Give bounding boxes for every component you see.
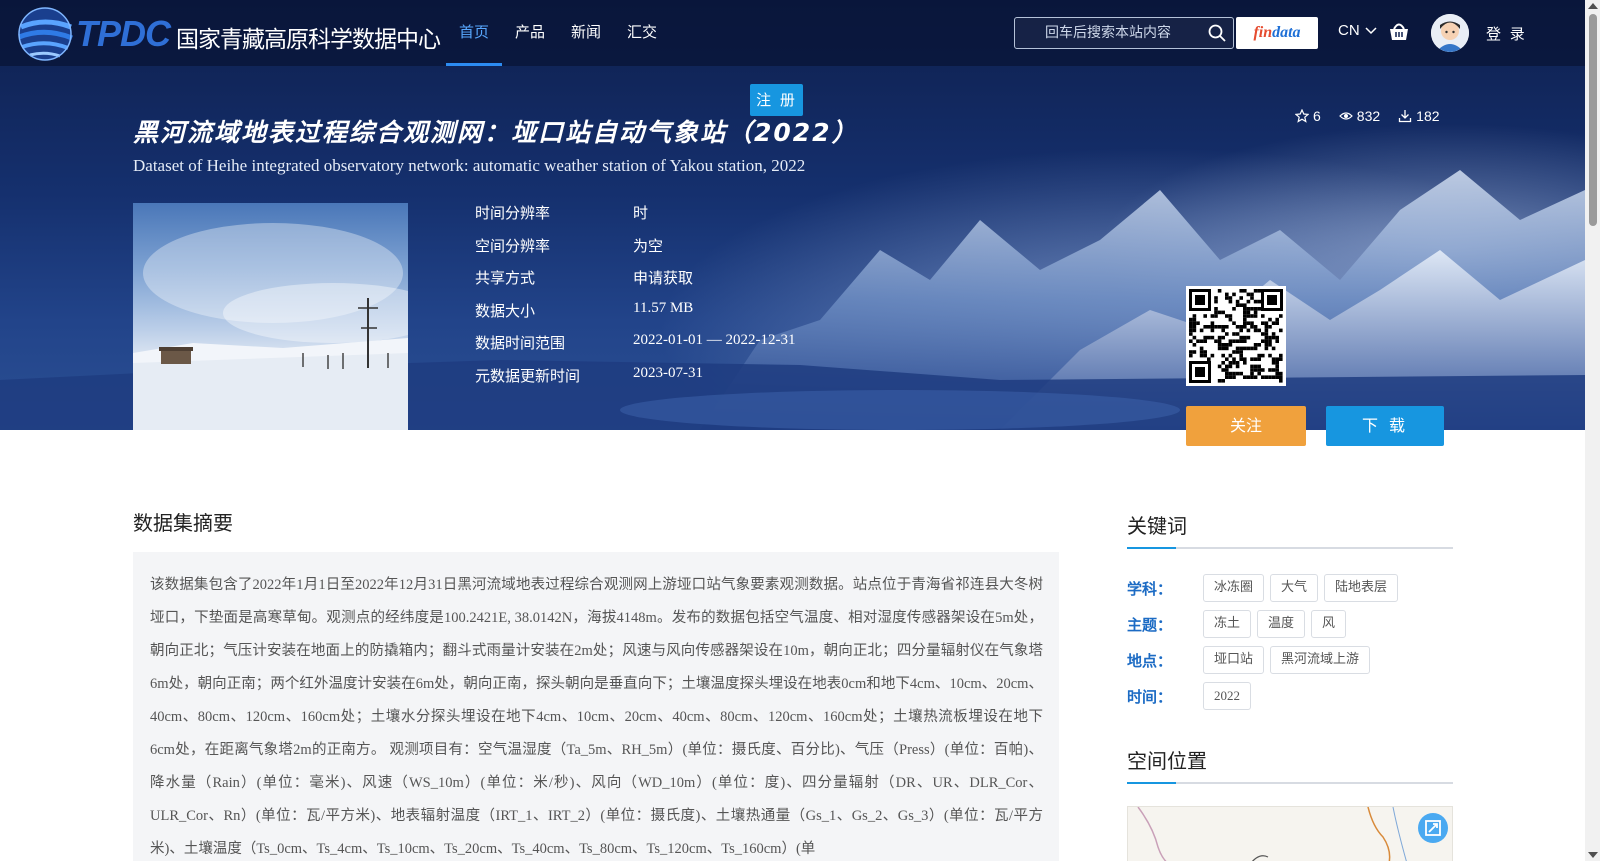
search-input[interactable] bbox=[1015, 18, 1203, 48]
language-selector[interactable]: CN bbox=[1338, 22, 1377, 39]
keyword-tag[interactable]: 温度 bbox=[1257, 610, 1306, 638]
stat-stars[interactable]: 6 bbox=[1295, 108, 1321, 124]
logo-tpdc-text: TPDC bbox=[76, 13, 171, 54]
meta-label: 共享方式 bbox=[475, 269, 536, 288]
meta-label: 数据时间范围 bbox=[475, 334, 566, 353]
dataset-stats: 6 832 182 bbox=[1295, 108, 1440, 124]
dataset-title-cn: 黑河流域地表过程综合观测网：垭口站自动气象站（2022） bbox=[133, 118, 859, 147]
station-photo bbox=[133, 223, 408, 430]
scroll-up-arrow[interactable] bbox=[1588, 3, 1598, 9]
user-avatar[interactable] bbox=[1431, 14, 1469, 52]
stat-downloads: 182 bbox=[1398, 108, 1440, 124]
keyword-tag[interactable]: 陆地表层 bbox=[1324, 574, 1399, 602]
findata-button[interactable]: findata bbox=[1236, 17, 1318, 49]
nav-home[interactable]: 首页 bbox=[446, 0, 503, 66]
scroll-thumb[interactable] bbox=[1589, 14, 1597, 226]
findata-logo-a: fin bbox=[1253, 24, 1273, 41]
meta-label: 时间分辨率 bbox=[475, 204, 551, 222]
location-title: 空间位置 bbox=[1127, 749, 1207, 773]
keywords-divider bbox=[1127, 547, 1453, 549]
login-link[interactable]: 登 录 bbox=[1486, 23, 1527, 44]
avatar-icon bbox=[1431, 14, 1469, 52]
downloads-count: 182 bbox=[1416, 108, 1440, 124]
keyword-label: 地点： bbox=[1127, 651, 1173, 670]
meta-label: 空间分辨率 bbox=[475, 236, 551, 255]
keyword-row-theme: 主题： 冻土 温度 风 bbox=[1127, 610, 1352, 638]
stat-views: 832 bbox=[1338, 108, 1381, 124]
meta-label: 数据大小 bbox=[475, 301, 536, 320]
expand-icon bbox=[1425, 820, 1441, 836]
star-icon bbox=[1295, 109, 1309, 123]
meta-value: 时 bbox=[633, 206, 649, 222]
chevron-down-icon bbox=[1365, 27, 1377, 35]
search-icon[interactable] bbox=[1208, 24, 1226, 42]
register-button[interactable]: 注 册 bbox=[750, 84, 803, 116]
keyword-row-subject: 学科： 冰冻圈 大气 陆地表层 bbox=[1127, 574, 1404, 602]
hero-banner: TPDC 国家青藏高原科学数据中心 首页 产品 新闻 汇交 findata CN bbox=[0, 0, 1585, 430]
keyword-tag[interactable]: 黑河流域上游 bbox=[1270, 646, 1371, 674]
nav-submit[interactable]: 汇交 bbox=[614, 0, 670, 66]
meta-value: 11.57 MB bbox=[633, 299, 694, 316]
meta-value: 为空 bbox=[633, 238, 664, 255]
keyword-tag[interactable]: 风 bbox=[1311, 610, 1347, 638]
keyword-tag[interactable]: 2022 bbox=[1203, 682, 1251, 710]
eye-icon bbox=[1338, 112, 1353, 120]
scroll-down-arrow[interactable] bbox=[1588, 852, 1598, 858]
abstract-text: 该数据集包含了2022年1月1日至2022年12月31日黑河流域地表过程综合观测… bbox=[150, 577, 1043, 857]
keyword-row-time: 时间： 2022 bbox=[1127, 682, 1257, 710]
keyword-label: 学科： bbox=[1127, 579, 1173, 598]
keywords-title: 关键词 bbox=[1127, 514, 1187, 538]
fullscreen-button[interactable] bbox=[1418, 813, 1448, 843]
qr-code-icon bbox=[1189, 289, 1283, 383]
location-section: 空间位置 bbox=[1127, 745, 1453, 784]
keyword-row-place: 地点： 垭口站 黑河流域上游 bbox=[1127, 646, 1376, 674]
keyword-label: 主题： bbox=[1127, 615, 1173, 634]
dataset-thumbnail bbox=[133, 203, 408, 430]
keywords-panel: 关键词 学科： 冰冻圈 大气 陆地表层 主题： 冻土 温度 风 地点： 垭口站 … bbox=[1127, 510, 1453, 710]
keyword-label: 时间： bbox=[1127, 687, 1173, 706]
meta-value: 2022-01-01 — 2022-12-31 bbox=[633, 332, 796, 349]
stars-count: 6 bbox=[1313, 108, 1321, 124]
nav-products[interactable]: 产品 bbox=[502, 0, 558, 66]
site-logo[interactable]: TPDC 国家青藏高原科学数据中心 bbox=[14, 3, 441, 65]
keyword-tag[interactable]: 垭口站 bbox=[1203, 646, 1265, 674]
follow-button[interactable]: 关注 bbox=[1186, 406, 1306, 446]
meta-label: 元数据更新时间 bbox=[475, 366, 581, 385]
meta-value: 2023-07-31 bbox=[633, 364, 703, 381]
download-icon bbox=[1399, 110, 1412, 123]
map-lines bbox=[1137, 807, 1407, 861]
globe-logo-icon bbox=[18, 7, 73, 61]
download-button[interactable]: 下 载 bbox=[1326, 406, 1444, 446]
top-navigation: TPDC 国家青藏高原科学数据中心 首页 产品 新闻 汇交 findata CN bbox=[0, 0, 1585, 66]
search-box bbox=[1014, 17, 1234, 49]
abstract-title: 数据集摘要 bbox=[133, 511, 233, 535]
shopping-basket-icon[interactable] bbox=[1388, 22, 1410, 42]
location-divider bbox=[1127, 782, 1453, 784]
location-map[interactable] bbox=[1127, 806, 1453, 861]
keyword-tag[interactable]: 冰冻圈 bbox=[1203, 574, 1265, 602]
meta-value: 申请获取 bbox=[633, 271, 694, 288]
views-count: 832 bbox=[1356, 108, 1381, 124]
logo-title: 国家青藏高原科学数据中心 bbox=[176, 27, 441, 53]
keyword-tag[interactable]: 冻土 bbox=[1203, 610, 1252, 638]
findata-logo-b: data bbox=[1272, 24, 1301, 41]
main-nav: 首页 产品 新闻 汇交 bbox=[446, 0, 670, 66]
nav-news[interactable]: 新闻 bbox=[558, 0, 614, 66]
dataset-title-en: Dataset of Heihe integrated observatory … bbox=[133, 156, 806, 175]
keyword-tag[interactable]: 大气 bbox=[1270, 574, 1319, 602]
abstract-panel: 该数据集包含了2022年1月1日至2022年12月31日黑河流域地表过程综合观测… bbox=[133, 552, 1059, 861]
qr-code bbox=[1186, 286, 1286, 386]
page-scrollbar[interactable] bbox=[1585, 0, 1600, 861]
language-label: CN bbox=[1338, 22, 1360, 39]
